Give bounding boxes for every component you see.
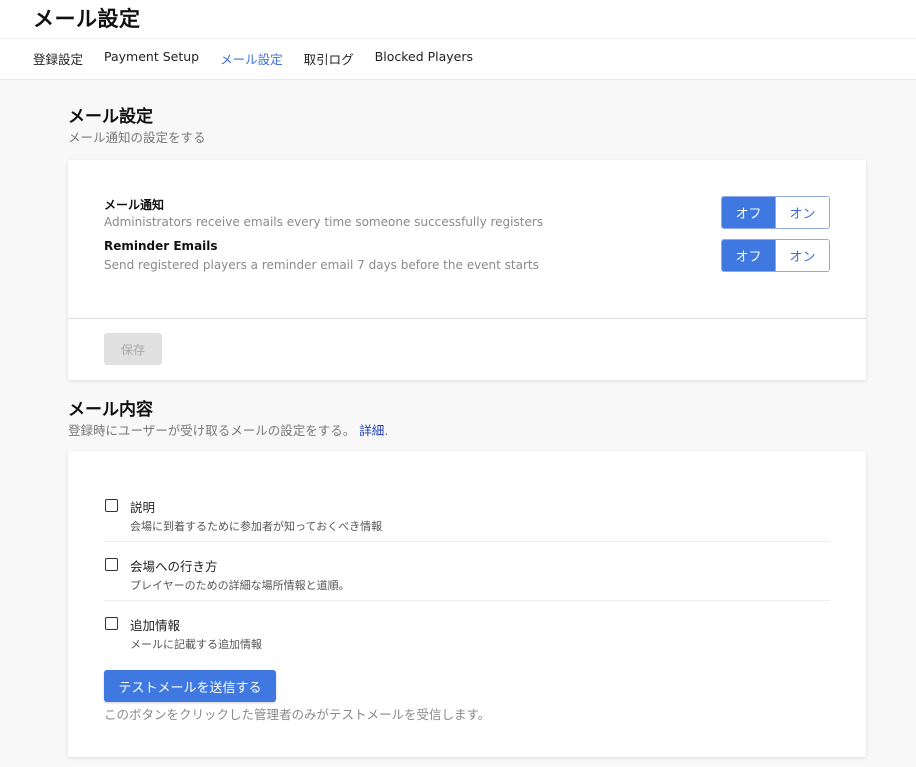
description-hint: 会場に到着するために参加者が知っておくべき情報 xyxy=(130,520,383,533)
test-email-note: このボタンをクリックした管理者のみがテストメールを受信します。 xyxy=(104,707,491,722)
reminder-emails-on-button[interactable]: オン xyxy=(775,240,829,271)
email-notification-title: メール通知 xyxy=(104,198,165,212)
card-divider xyxy=(68,318,866,319)
tab-bar: 登録設定 Payment Setup メール設定 取引ログ Blocked Pl… xyxy=(33,49,494,68)
tab-email-settings[interactable]: メール設定 xyxy=(220,49,283,68)
description-checkbox[interactable] xyxy=(105,499,118,512)
email-notification-off-button[interactable]: オフ xyxy=(722,197,775,228)
tab-transaction-log[interactable]: 取引ログ xyxy=(304,49,354,68)
reminder-emails-toggle: オフ オン xyxy=(721,239,830,272)
email-settings-subtitle: メール通知の設定をする xyxy=(68,130,206,145)
details-link[interactable]: 詳細 xyxy=(359,423,384,438)
email-content-subtitle: 登録時にユーザーが受け取るメールの設定をする。 詳細. xyxy=(68,423,389,438)
email-notification-toggle: オフ オン xyxy=(721,196,830,229)
save-button[interactable]: 保存 xyxy=(104,333,162,365)
send-test-email-button[interactable]: テストメールを送信する xyxy=(104,670,276,702)
email-notification-description: Administrators receive emails every time… xyxy=(104,215,544,229)
additional-info-label: 追加情報 xyxy=(130,618,181,633)
description-label: 説明 xyxy=(130,500,156,515)
directions-checkbox[interactable] xyxy=(105,558,118,571)
email-settings-heading: メール設定 xyxy=(68,107,153,127)
email-content-card: 説明 会場に到着するために参加者が知っておくべき情報 会場への行き方 プレイヤー… xyxy=(68,451,866,757)
email-notification-on-button[interactable]: オン xyxy=(775,197,829,228)
reminder-emails-title: Reminder Emails xyxy=(104,239,218,253)
top-bar: メール設定 登録設定 Payment Setup メール設定 取引ログ Bloc… xyxy=(0,0,916,80)
page-title: メール設定 xyxy=(33,7,141,31)
reminder-emails-off-button[interactable]: オフ xyxy=(722,240,775,271)
header-divider xyxy=(0,38,916,39)
directions-label: 会場への行き方 xyxy=(130,559,218,574)
reminder-emails-description: Send registered players a reminder email… xyxy=(104,258,539,272)
directions-hint: プレイヤーのための詳細な場所情報と道順。 xyxy=(130,579,350,592)
email-content-heading: メール内容 xyxy=(68,400,153,420)
option-divider xyxy=(104,541,830,542)
email-settings-card: メール通知 Administrators receive emails ever… xyxy=(68,160,866,380)
option-divider xyxy=(104,600,830,601)
additional-info-hint: メールに記載する追加情報 xyxy=(130,638,262,651)
tab-blocked-players[interactable]: Blocked Players xyxy=(375,49,473,68)
additional-info-checkbox[interactable] xyxy=(105,617,118,630)
email-content-subtitle-text: 登録時にユーザーが受け取るメールの設定をする。 xyxy=(68,423,356,438)
tab-payment-setup[interactable]: Payment Setup xyxy=(104,49,199,68)
tab-registration-settings[interactable]: 登録設定 xyxy=(33,49,83,68)
